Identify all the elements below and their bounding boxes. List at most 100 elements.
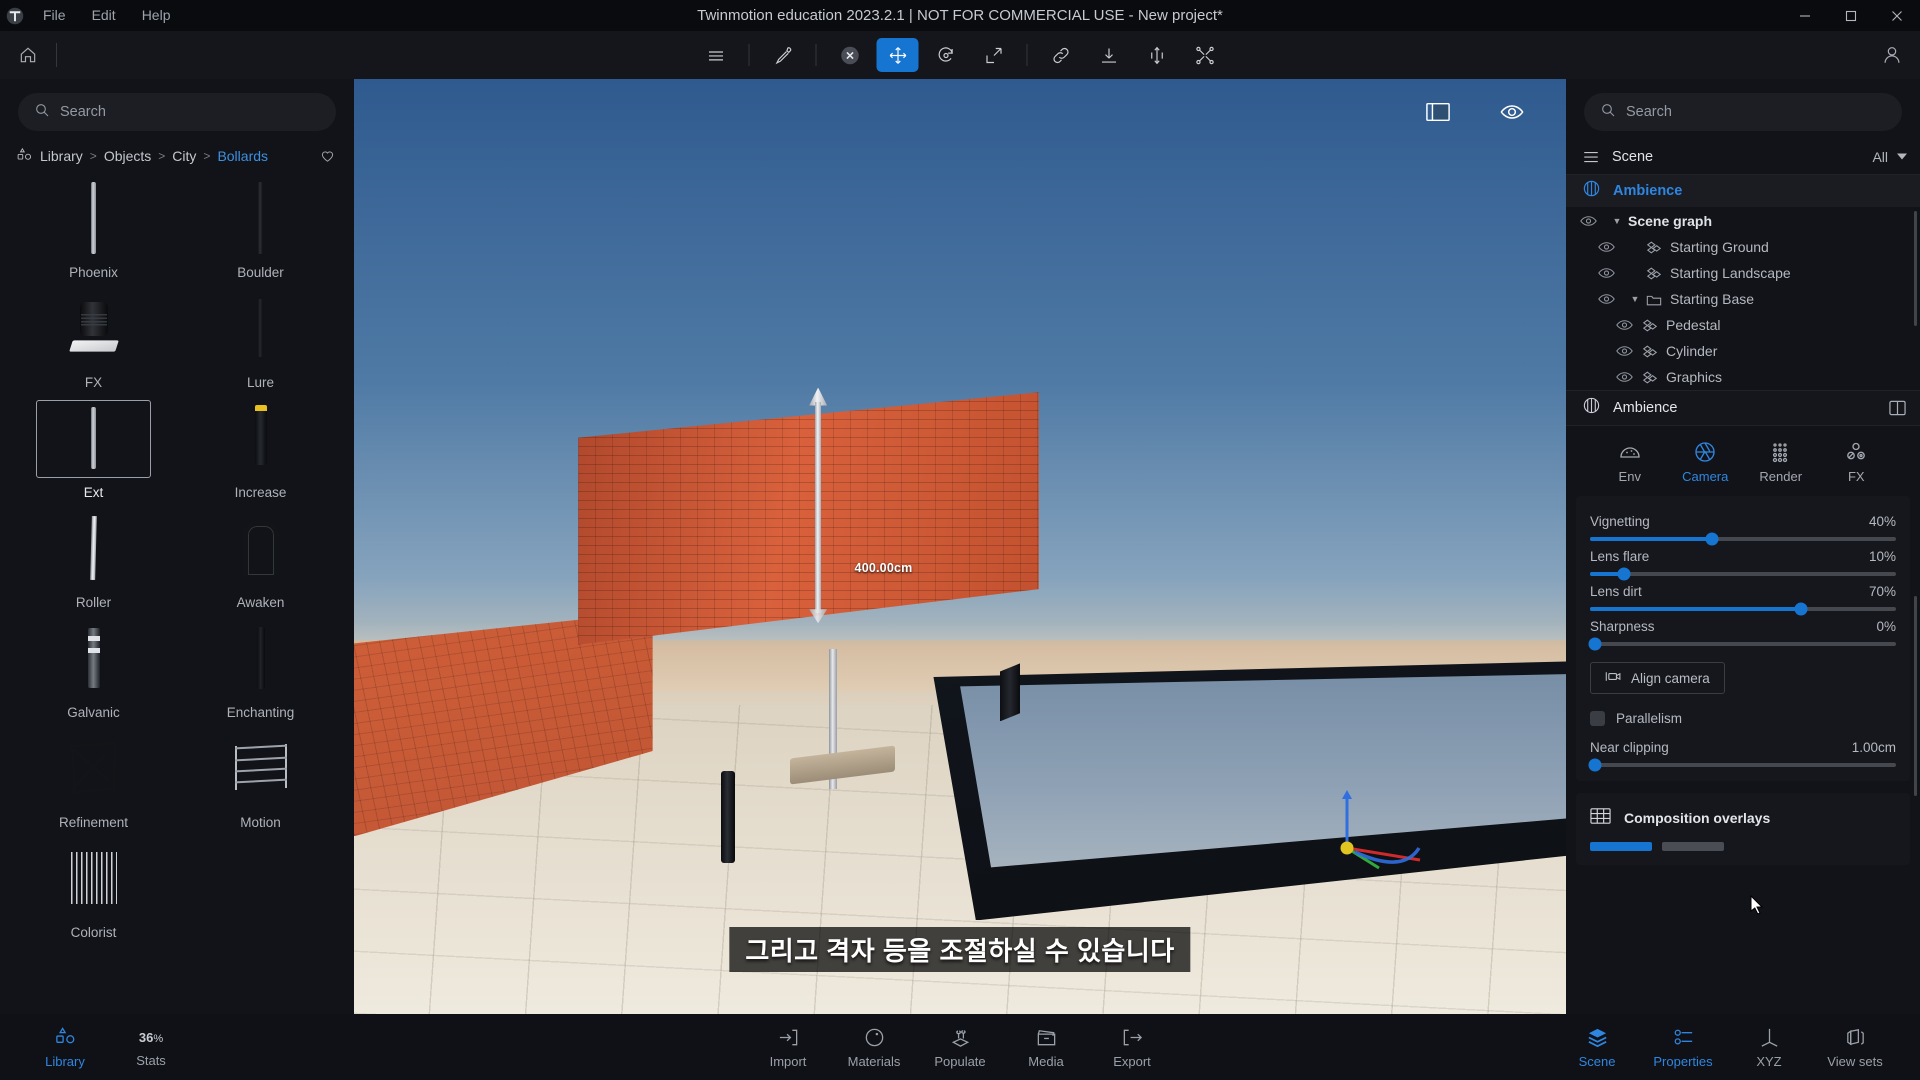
scene-filter-dropdown[interactable]: All	[1872, 149, 1908, 165]
expand-caret[interactable]: ▼	[1624, 294, 1646, 304]
layers-icon[interactable]	[695, 38, 737, 72]
split-panel-icon[interactable]	[1889, 400, 1906, 416]
overlay-chip-active[interactable]	[1590, 842, 1652, 851]
slider-track[interactable]	[1590, 567, 1896, 581]
library-item[interactable]: Refinement	[10, 724, 177, 834]
menu-help[interactable]: Help	[129, 0, 184, 31]
library-item[interactable]: Phoenix	[10, 174, 177, 284]
library-item[interactable]: Lure	[177, 284, 344, 394]
close-icon[interactable]	[1874, 0, 1920, 31]
tree-label: Scene graph	[1628, 213, 1713, 229]
drop-icon[interactable]	[1088, 38, 1130, 72]
eye-icon[interactable]	[1580, 215, 1606, 227]
slider-vignetting: Vignetting 40%	[1590, 506, 1896, 546]
library-item[interactable]: Galvanic	[10, 614, 177, 724]
library-item-selected[interactable]: Ext	[10, 394, 177, 504]
maximize-icon[interactable]	[1828, 0, 1874, 31]
library-item[interactable]: Boulder	[177, 174, 344, 284]
heart-icon[interactable]	[319, 147, 336, 164]
bottom-tab-scene[interactable]: Scene	[1554, 1026, 1640, 1069]
tree-row-starting-ground[interactable]: Starting Ground	[1566, 234, 1920, 260]
scene-header: Scene All	[1566, 139, 1920, 175]
tree-row-starting-landscape[interactable]: Starting Landscape	[1566, 260, 1920, 286]
tab-fx[interactable]: FX	[1827, 440, 1885, 484]
move-icon[interactable]	[876, 38, 919, 72]
expand-caret[interactable]: ▼	[1606, 216, 1628, 226]
slider-track[interactable]	[1588, 637, 1896, 651]
bottom-tab-view-sets[interactable]: View sets	[1812, 1026, 1898, 1069]
library-item-label: Colorist	[70, 925, 117, 940]
tab-env[interactable]: Env	[1601, 440, 1659, 484]
parallelism-label: Parallelism	[1616, 711, 1683, 726]
scene-search-input[interactable]	[1626, 104, 1886, 120]
tree-row-cylinder[interactable]: Cylinder	[1566, 338, 1920, 364]
library-search-box[interactable]	[18, 93, 336, 131]
library-item-label: FX	[84, 375, 103, 390]
menu-edit[interactable]: Edit	[79, 0, 129, 31]
distribute-icon[interactable]	[1184, 38, 1226, 72]
eye-icon[interactable]	[1616, 371, 1642, 383]
bottom-tab-import[interactable]: Import	[745, 1026, 831, 1069]
tab-render[interactable]: Render	[1752, 440, 1810, 484]
bottom-tab-xyz[interactable]: XYZ	[1726, 1026, 1812, 1069]
library-item[interactable]: Increase	[177, 394, 344, 504]
breadcrumb-library[interactable]: Library	[40, 148, 83, 164]
eye-icon[interactable]	[1598, 267, 1624, 279]
home-icon[interactable]	[0, 45, 56, 65]
library-search-input[interactable]	[60, 104, 320, 120]
cancel-icon[interactable]	[829, 38, 871, 72]
library-item[interactable]: Awaken	[177, 504, 344, 614]
tab-camera[interactable]: Camera	[1676, 440, 1734, 484]
tree-row-pedestal[interactable]: Pedestal	[1566, 312, 1920, 338]
menu-file[interactable]: File	[30, 0, 79, 31]
scene-ambience-row[interactable]: Ambience	[1566, 175, 1920, 207]
slider-track[interactable]	[1590, 532, 1896, 546]
parallelism-row[interactable]: Parallelism	[1590, 711, 1896, 726]
slider-track[interactable]	[1590, 602, 1896, 616]
3d-viewport[interactable]: 400.00cm 그리고 격자 등을 조절하실 수 있습니다	[354, 79, 1566, 1014]
link-icon[interactable]	[1040, 38, 1082, 72]
properties-scrollbar[interactable]	[1914, 596, 1917, 796]
flip-icon[interactable]	[1136, 38, 1178, 72]
bottom-tab-library[interactable]: Library	[22, 1026, 108, 1069]
eye-icon[interactable]	[1598, 293, 1624, 305]
slider-track[interactable]	[1588, 758, 1896, 772]
eyedropper-icon[interactable]	[762, 38, 804, 72]
library-item[interactable]: FX	[10, 284, 177, 394]
scene-search-box[interactable]	[1584, 93, 1902, 131]
library-item[interactable]: Roller	[10, 504, 177, 614]
bottom-tab-materials[interactable]: Materials	[831, 1026, 917, 1069]
library-item[interactable]: Motion	[177, 724, 344, 834]
eye-visibility-icon[interactable]	[1500, 101, 1524, 123]
tree-row-graphics[interactable]: Graphics	[1566, 364, 1920, 390]
eye-icon[interactable]	[1616, 345, 1642, 357]
axis-orientation-gizmo[interactable]	[1325, 778, 1445, 888]
breadcrumb-city[interactable]: City	[172, 148, 196, 164]
environment-dome-icon	[1620, 447, 1640, 458]
align-camera-button[interactable]: Align camera	[1590, 662, 1725, 694]
panel-toggle-icon[interactable]	[1426, 101, 1450, 123]
bottom-tab-stats[interactable]: 36% Stats	[108, 1026, 194, 1069]
library-item[interactable]: Colorist	[10, 834, 177, 944]
library-item[interactable]: Enchanting	[177, 614, 344, 724]
hamburger-icon[interactable]	[1582, 148, 1600, 166]
bottom-tab-properties[interactable]: Properties	[1640, 1026, 1726, 1069]
bottom-tab-media[interactable]: Media	[1003, 1026, 1089, 1069]
breadcrumb-objects[interactable]: Objects	[104, 148, 151, 164]
user-account-icon[interactable]	[1864, 44, 1920, 66]
breadcrumb-bollards[interactable]: Bollards	[217, 148, 268, 164]
tree-scrollbar[interactable]	[1914, 211, 1917, 326]
rotate-icon[interactable]	[925, 38, 967, 72]
eye-icon[interactable]	[1598, 241, 1624, 253]
eye-icon[interactable]	[1616, 319, 1642, 331]
scale-icon[interactable]	[973, 38, 1015, 72]
move-gizmo[interactable]	[809, 387, 828, 624]
parallelism-checkbox[interactable]	[1590, 711, 1605, 726]
tree-row-starting-base[interactable]: ▼ Starting Base	[1566, 286, 1920, 312]
composition-overlays-card[interactable]: Composition overlays	[1576, 793, 1910, 865]
tree-row-scene-graph[interactable]: ▼ Scene graph	[1566, 208, 1920, 234]
bottom-tab-export[interactable]: Export	[1089, 1026, 1175, 1069]
overlay-chip[interactable]	[1662, 842, 1724, 851]
minimize-icon[interactable]	[1782, 0, 1828, 31]
bottom-tab-populate[interactable]: Populate	[917, 1026, 1003, 1069]
